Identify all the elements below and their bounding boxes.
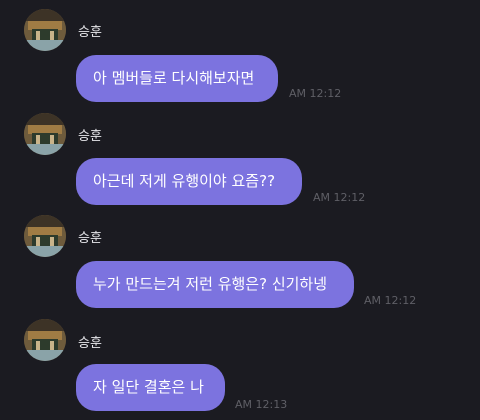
message-bubble[interactable]: 누가 만드는겨 저런 유행은? 신기하넹: [76, 261, 354, 308]
message-timestamp: AM 12:12: [364, 294, 417, 307]
message-bubble[interactable]: 아 멤버들로 다시해보자면: [76, 55, 278, 102]
message-timestamp: AM 12:12: [313, 191, 366, 204]
chat-message-list[interactable]: 승훈 아 멤버들로 다시해보자면 AM 12:12 승훈 아근데 저게 유행이야…: [0, 0, 480, 420]
profile-photo-icon[interactable]: [24, 9, 66, 51]
sender-name: 승훈: [78, 129, 102, 144]
message-bubble[interactable]: 아근데 저게 유행이야 요즘??: [76, 158, 302, 205]
sender-name: 승훈: [78, 25, 102, 40]
message-timestamp: AM 12:13: [235, 398, 288, 411]
sender-name: 승훈: [78, 336, 102, 351]
profile-photo-icon[interactable]: [24, 319, 66, 361]
profile-photo-icon[interactable]: [24, 215, 66, 257]
profile-photo-icon[interactable]: [24, 113, 66, 155]
message-timestamp: AM 12:12: [289, 87, 342, 100]
sender-name: 승훈: [78, 231, 102, 246]
message-bubble[interactable]: 자 일단 결혼은 나: [76, 364, 225, 411]
